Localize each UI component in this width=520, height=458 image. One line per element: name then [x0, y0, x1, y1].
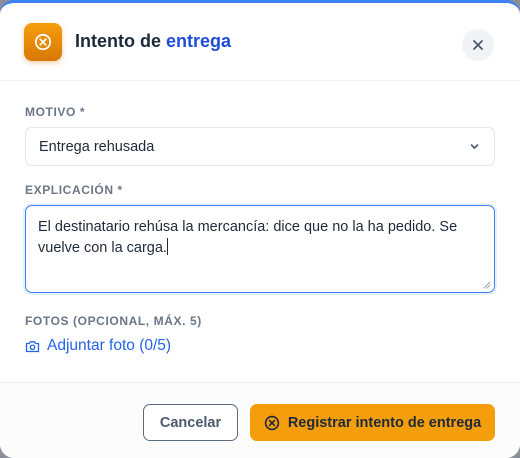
explicacion-value: El destinatario rehúsa la mercancía: dic… [38, 219, 458, 256]
register-attempt-button[interactable]: Registrar intento de entrega [250, 404, 495, 441]
attach-photo-link[interactable]: Adjuntar foto (0/5) [25, 337, 171, 355]
x-circle-icon [34, 33, 52, 50]
delivery-attempt-dialog: Intento de entrega MOTIVO * Entrega rehu… [0, 0, 520, 458]
header-badge [24, 22, 62, 61]
dialog-header: Intento de entrega [0, 3, 520, 81]
explicacion-textarea[interactable]: El destinatario rehúsa la mercancía: dic… [25, 205, 495, 293]
motivo-select[interactable]: Entrega rehusada [25, 127, 495, 166]
cancel-button[interactable]: Cancelar [143, 404, 238, 441]
cancel-label: Cancelar [159, 414, 222, 431]
title-accent: entrega [166, 31, 232, 51]
resize-handle-icon[interactable] [482, 280, 491, 289]
camera-icon [25, 340, 40, 352]
motivo-value: Entrega rehusada [39, 138, 155, 155]
motivo-label: MOTIVO * [25, 105, 86, 119]
chevron-down-icon [470, 144, 479, 149]
explicacion-label: EXPLICACIÓN * [25, 183, 123, 197]
register-attempt-label: Registrar intento de entrega [287, 414, 482, 431]
fotos-label: FOTOS (OPCIONAL, MÁX. 5) [25, 314, 202, 328]
text-caret [166, 238, 168, 255]
x-circle-icon [264, 415, 280, 430]
dialog-footer: Cancelar Registrar intento de entrega [0, 382, 520, 458]
attach-photo-label: Adjuntar foto (0/5) [47, 337, 172, 354]
close-button[interactable] [462, 29, 494, 61]
title-prefix: Intento de [75, 31, 161, 51]
dialog-title: Intento de entrega [75, 31, 231, 52]
close-icon [473, 40, 483, 50]
